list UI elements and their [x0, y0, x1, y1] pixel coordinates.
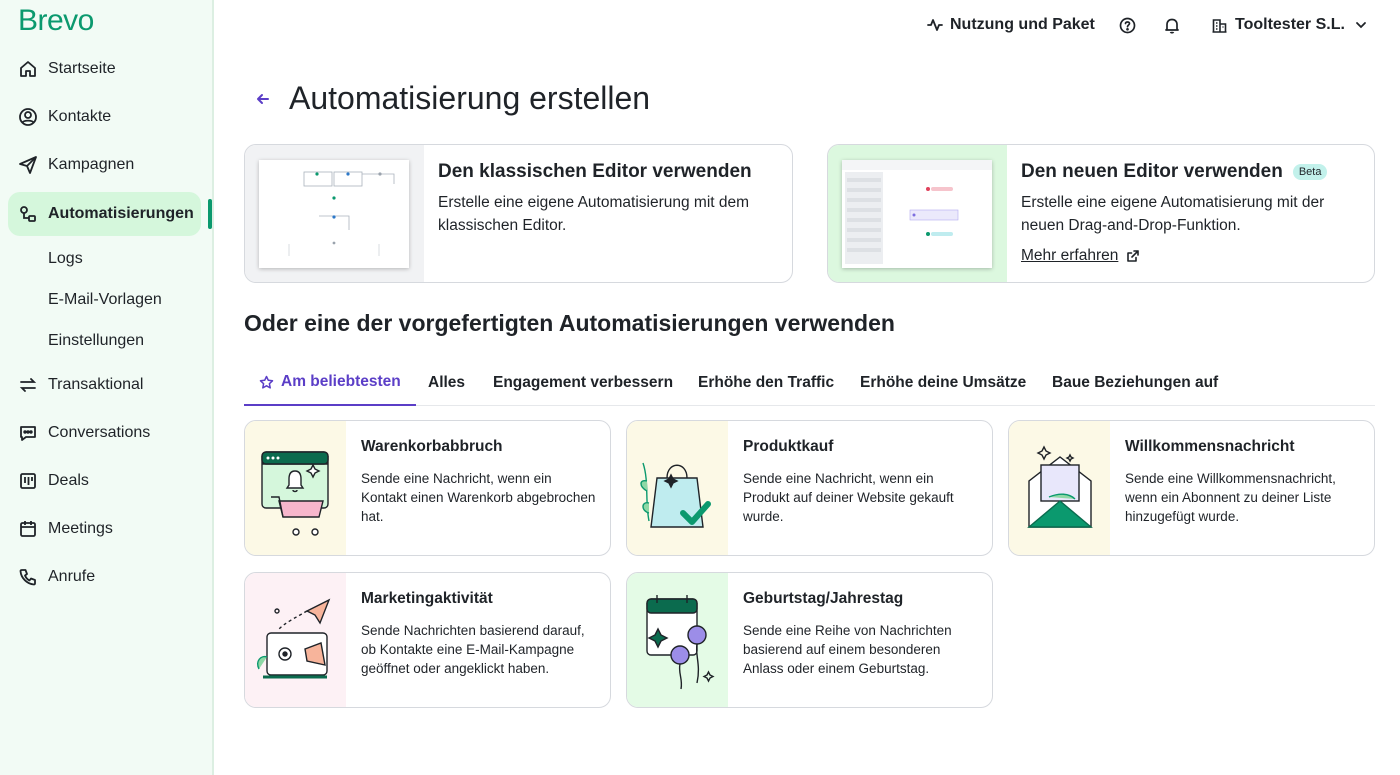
- contact-icon: [18, 107, 38, 127]
- sidebar-item-transaktional[interactable]: Transaktional: [8, 363, 201, 407]
- template-description: Sende eine Nachricht, wenn ein Produkt a…: [743, 471, 954, 524]
- sidebar-subitem-logs[interactable]: Logs: [48, 250, 83, 268]
- tab-umsaetze[interactable]: Erhöhe deine Umsätze: [860, 360, 1026, 406]
- new-editor-thumbnail: [828, 145, 1007, 282]
- template-card-marketing-activity[interactable]: Marketingaktivität Sende Nachrichten bas…: [244, 572, 611, 708]
- account-menu[interactable]: Tooltester S.L.: [1212, 14, 1367, 36]
- marketing-illustration: [245, 573, 346, 707]
- template-card-cart-abandonment[interactable]: Warenkorbabbruch Sende eine Nachricht, w…: [244, 420, 611, 556]
- sidebar-subitem-email-templates[interactable]: E-Mail-Vorlagen: [48, 291, 162, 309]
- notifications-button[interactable]: [1164, 14, 1180, 36]
- chat-icon: [18, 423, 38, 443]
- bell-icon: [1165, 18, 1179, 34]
- prebuilt-section-title: Oder eine der vorgefertigten Automatisie…: [244, 310, 895, 336]
- active-indicator: [208, 199, 212, 229]
- sidebar-item-kampagnen[interactable]: Kampagnen: [8, 143, 201, 187]
- sidebar-item-anrufe[interactable]: Anrufe: [8, 555, 201, 599]
- back-arrow-icon[interactable]: [254, 90, 272, 108]
- category-tabs: Am beliebtesten Alles Engagement verbess…: [244, 360, 1375, 406]
- sidebar-item-label: Meetings: [48, 520, 113, 537]
- new-editor-description: Erstelle eine eigene Automatisierung mit…: [1021, 194, 1325, 234]
- sidebar-item-conversations[interactable]: Conversations: [8, 411, 201, 455]
- help-icon: [1119, 17, 1136, 33]
- home-icon: [18, 59, 38, 79]
- sidebar-item-label: Deals: [48, 472, 89, 489]
- sidebar-item-label: Transaktional: [48, 376, 144, 393]
- building-icon: [1212, 18, 1227, 33]
- tab-beziehungen[interactable]: Baue Beziehungen auf: [1052, 360, 1218, 406]
- learn-more-link[interactable]: Mehr erfahren: [1021, 247, 1140, 265]
- sidebar-subitem-settings[interactable]: Einstellungen: [48, 332, 144, 350]
- tab-traffic[interactable]: Erhöhe den Traffic: [698, 360, 834, 406]
- template-description: Sende eine Willkommensnachricht, wenn ei…: [1125, 471, 1336, 524]
- sidebar-item-meetings[interactable]: Meetings: [8, 507, 201, 551]
- template-description: Sende eine Reihe von Nachrichten basiere…: [743, 623, 952, 676]
- send-icon: [18, 155, 38, 175]
- template-title: Warenkorbabbruch: [361, 438, 503, 455]
- sidebar: Brevo Startseite Kontakte Kampagnen Auto…: [0, 0, 214, 775]
- template-title: Marketingaktivität: [361, 590, 493, 607]
- classic-editor-card[interactable]: Den klassischen Editor verwenden Erstell…: [244, 144, 793, 283]
- usage-plan-button[interactable]: Nutzung und Paket: [927, 14, 1095, 36]
- sidebar-item-label: Kampagnen: [48, 156, 135, 173]
- template-title: Produktkauf: [743, 438, 834, 455]
- cart-illustration: [245, 421, 346, 555]
- star-icon: [259, 375, 274, 389]
- template-title: Willkommensnachricht: [1125, 438, 1295, 455]
- classic-editor-description: Erstelle eine eigene Automatisierung mit…: [438, 194, 750, 234]
- beta-badge: Beta: [1292, 164, 1328, 180]
- classic-editor-thumbnail: [245, 145, 424, 282]
- sidebar-item-label: Anrufe: [48, 568, 96, 585]
- classic-editor-title: Den klassischen Editor verwenden: [438, 161, 752, 182]
- sidebar-item-label: Conversations: [48, 424, 151, 441]
- new-editor-card[interactable]: Den neuen Editor verwenden Beta Erstelle…: [827, 144, 1375, 283]
- chevron-down-icon: [1356, 22, 1366, 29]
- tab-alles[interactable]: Alles: [428, 360, 465, 406]
- template-card-welcome-message[interactable]: Willkommensnachricht Sende eine Willkomm…: [1008, 420, 1375, 556]
- template-title: Geburtstag/Jahrestag: [743, 590, 904, 607]
- sidebar-item-kontakte[interactable]: Kontakte: [8, 95, 201, 139]
- envelope-illustration: [1009, 421, 1110, 555]
- calendar-icon: [18, 519, 38, 539]
- template-card-product-purchase[interactable]: Produktkauf Sende eine Nachricht, wenn e…: [626, 420, 993, 556]
- phone-icon: [18, 567, 38, 587]
- deals-icon: [18, 471, 38, 491]
- new-editor-title: Den neuen Editor verwenden Beta: [1021, 161, 1360, 183]
- birthday-illustration: [627, 573, 728, 707]
- sidebar-item-label: Startseite: [48, 60, 116, 77]
- automation-icon: [18, 204, 38, 224]
- sidebar-item-automatisierungen[interactable]: Automatisierungen: [8, 192, 201, 236]
- brevo-logo[interactable]: Brevo: [18, 4, 94, 38]
- sidebar-item-label: Kontakte: [48, 108, 112, 125]
- external-link-icon: [1127, 250, 1140, 262]
- activity-icon: [927, 19, 943, 31]
- transactional-icon: [18, 375, 38, 395]
- sidebar-item-startseite[interactable]: Startseite: [8, 47, 201, 91]
- help-button[interactable]: [1119, 14, 1136, 36]
- usage-plan-label: Nutzung und Paket: [950, 16, 1095, 33]
- sidebar-item-deals[interactable]: Deals: [8, 459, 201, 503]
- page-title: Automatisierung erstellen: [289, 80, 651, 116]
- tab-am-beliebtesten[interactable]: Am beliebtesten: [244, 360, 416, 406]
- shopping-bag-illustration: [627, 421, 728, 555]
- sidebar-item-label: Automatisierungen: [48, 205, 194, 222]
- template-description: Sende eine Nachricht, wenn ein Kontakt e…: [361, 471, 596, 524]
- account-name: Tooltester S.L.: [1235, 16, 1345, 33]
- template-description: Sende Nachrichten basierend darauf, ob K…: [361, 623, 585, 676]
- template-card-birthday[interactable]: Geburtstag/Jahrestag Sende eine Reihe vo…: [626, 572, 993, 708]
- tab-engagement[interactable]: Engagement verbessern: [493, 360, 673, 406]
